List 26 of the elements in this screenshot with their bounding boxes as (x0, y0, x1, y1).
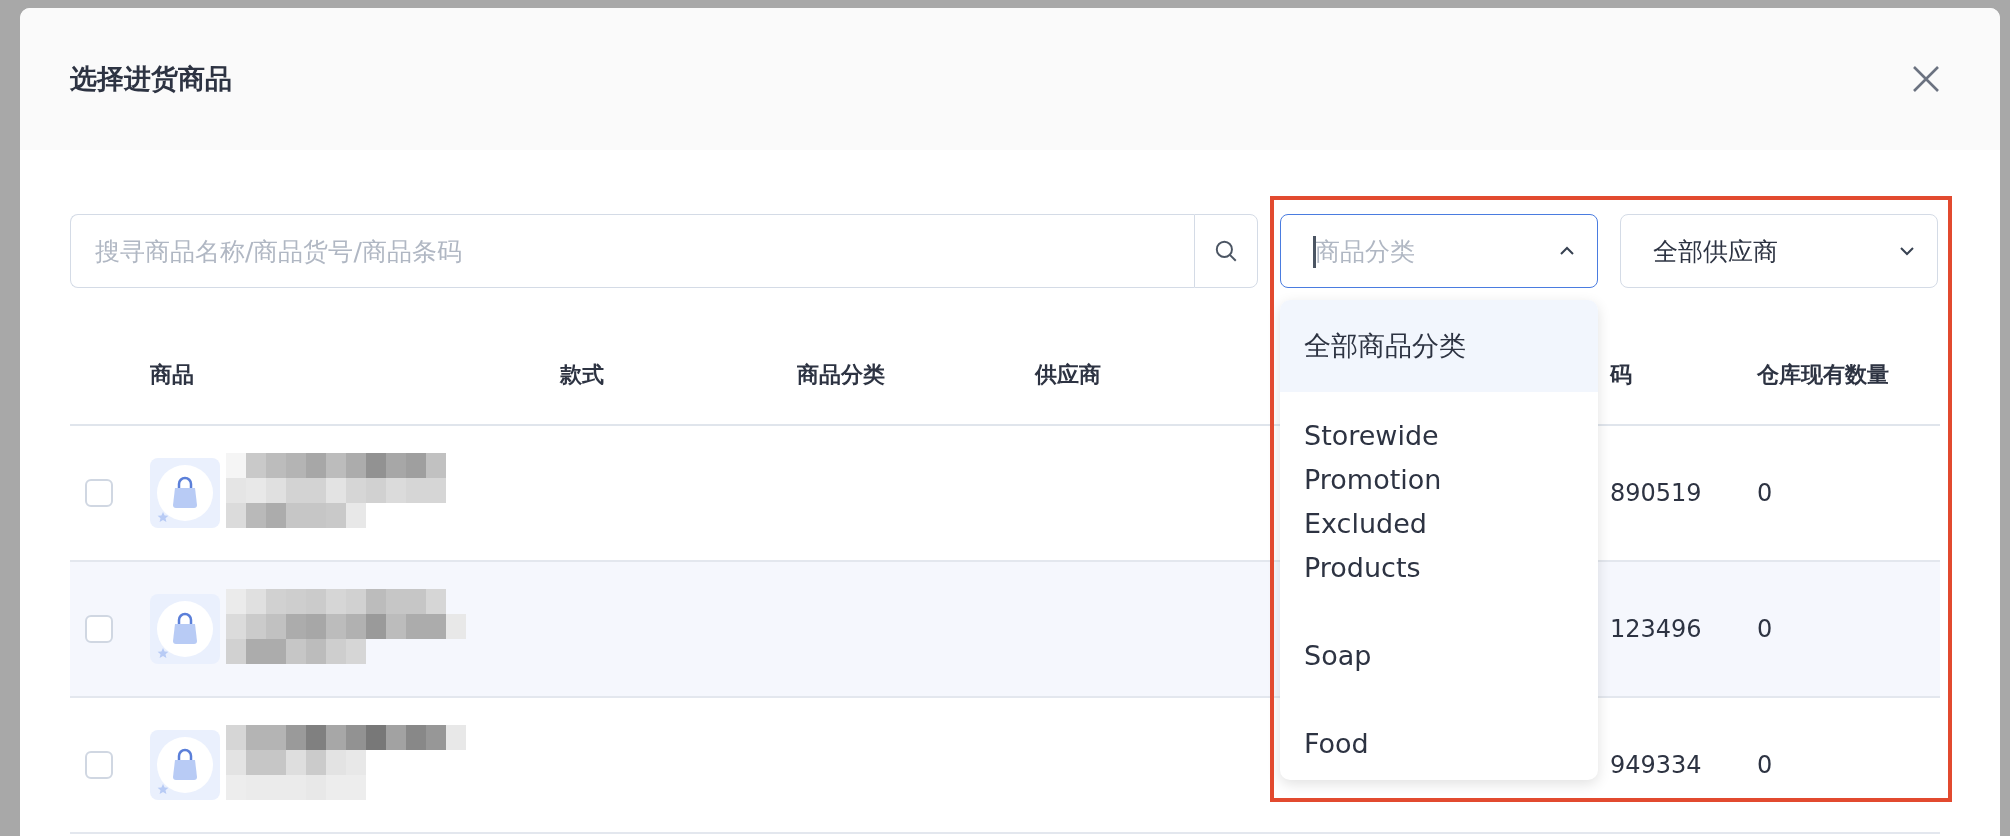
table-cell-text: 0 (1757, 479, 1774, 507)
column-header: 仓库现有数量 (1757, 361, 1890, 389)
bag-icon (150, 730, 220, 800)
column-header: 码 (1610, 361, 1633, 389)
search-icon (1213, 238, 1239, 264)
table-cell-text: 0 (1757, 751, 1774, 779)
bag-icon (150, 458, 220, 528)
dialog-title: 选择进货商品 (70, 62, 232, 96)
column-header: 款式 (560, 361, 605, 389)
checkbox[interactable] (85, 751, 113, 779)
dropdown-option[interactable]: Food (1280, 700, 1598, 780)
supplier-select[interactable]: 全部供应商 (1620, 214, 1938, 288)
column-header: 供应商 (1035, 361, 1102, 389)
table-cell-text: 123496 (1610, 615, 1703, 643)
search-button[interactable] (1194, 214, 1258, 288)
search-field[interactable]: 搜寻商品名称/商品货号/商品条码 (70, 214, 1194, 288)
bag-icon (150, 594, 220, 664)
checkbox[interactable] (85, 615, 113, 643)
column-header: 商品分类 (797, 361, 886, 389)
checkbox[interactable] (85, 479, 113, 507)
dropdown-option[interactable]: 全部商品分类 (1280, 300, 1598, 392)
column-header: 商品 (150, 361, 195, 389)
table-cell-text: 949334 (1610, 751, 1703, 779)
table-cell-text: 0 (1757, 615, 1774, 643)
dropdown-option[interactable]: Soap (1280, 612, 1598, 700)
table-cell-text: 890519 (1610, 479, 1703, 507)
